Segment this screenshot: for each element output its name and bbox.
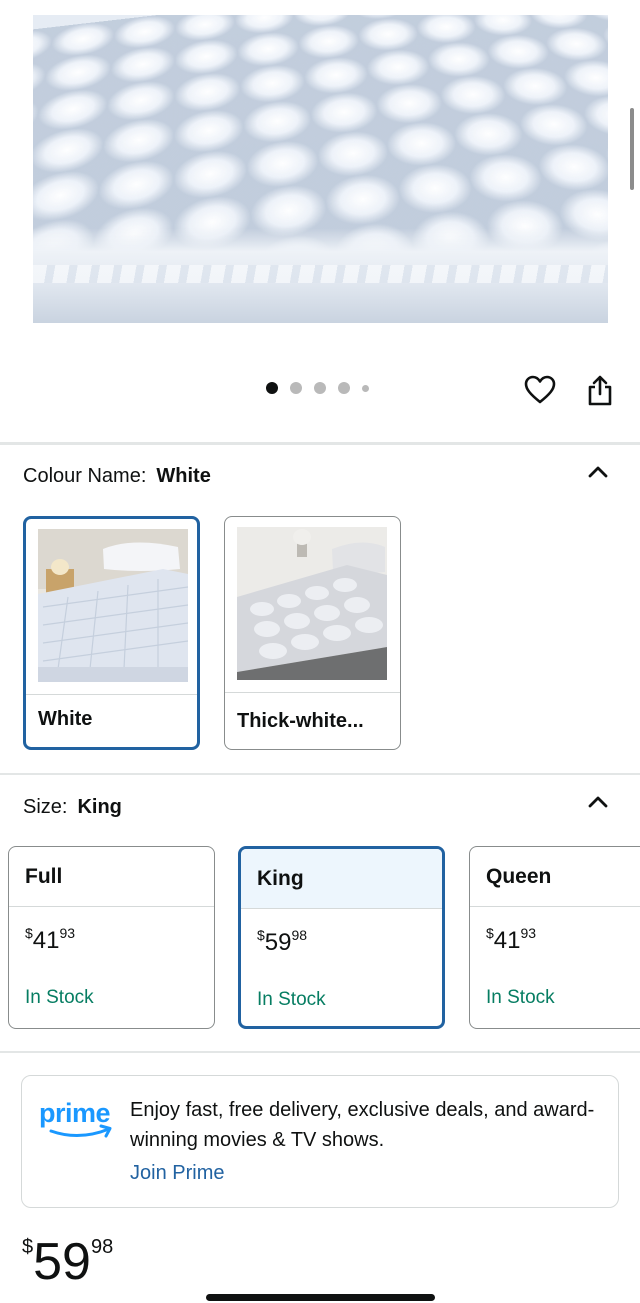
size-option-price: $5998	[257, 927, 307, 957]
size-selected-value: King	[77, 796, 122, 818]
white-topper-thumbnail	[38, 529, 188, 682]
gallery-pagination-dots[interactable]	[266, 382, 369, 394]
section-divider	[0, 442, 640, 445]
size-option-name: Full	[9, 847, 214, 907]
colour-label-text: Colour Name:	[23, 465, 147, 487]
price-whole: 59	[33, 1233, 91, 1291]
chevron-up-icon[interactable]	[586, 460, 610, 484]
pagination-dot-active[interactable]	[266, 382, 278, 394]
price-whole: 41	[32, 927, 60, 954]
size-option-full[interactable]: Full $4193 In Stock	[8, 846, 215, 1029]
share-icon	[588, 375, 612, 406]
colour-selected-value: White	[156, 465, 211, 487]
stock-status: In Stock	[486, 987, 555, 1008]
stock-status: In Stock	[25, 987, 94, 1008]
price-fraction: 93	[520, 925, 537, 941]
price-fraction: 93	[59, 925, 76, 941]
topper-edge-band	[33, 265, 608, 283]
colour-name-label: Colour Name: White	[23, 465, 211, 488]
chevron-up-icon[interactable]	[586, 790, 610, 814]
pagination-dot[interactable]	[314, 382, 326, 394]
pagination-dot[interactable]	[290, 382, 302, 394]
colour-option-label: White	[38, 708, 93, 730]
size-option-price: $4193	[486, 925, 536, 955]
heart-icon	[524, 375, 556, 404]
price-currency: $	[257, 927, 265, 943]
colour-option-white[interactable]: White	[23, 516, 200, 750]
size-option-price: $4193	[25, 925, 75, 955]
section-divider	[0, 773, 640, 775]
share-button[interactable]	[582, 372, 618, 408]
price-whole: 41	[493, 927, 521, 954]
price-fraction: 98	[291, 927, 308, 943]
price-currency: $	[486, 925, 494, 941]
prime-promo-text: Enjoy fast, free delivery, exclusive dea…	[130, 1099, 595, 1151]
join-prime-link[interactable]: Join Prime	[130, 1162, 224, 1185]
colour-option-label: Thick-white...	[237, 710, 364, 732]
stock-status: In Stock	[257, 989, 326, 1010]
size-option-king[interactable]: King $5998 In Stock	[238, 846, 445, 1029]
svg-text:prime: prime	[39, 1098, 111, 1128]
price-currency: $	[22, 1236, 34, 1258]
swatch-separator	[26, 694, 197, 695]
size-label: Size: King	[23, 796, 122, 819]
size-option-queen[interactable]: Queen $4193 In Stock	[469, 846, 640, 1029]
price-whole: 59	[264, 929, 292, 956]
section-divider	[0, 1051, 640, 1053]
size-label-text: Size:	[23, 796, 68, 818]
product-image-gallery[interactable]	[0, 0, 640, 340]
size-option-name: King	[241, 849, 442, 909]
prime-promo-box[interactable]: prime Enjoy fast, free delivery, exclusi…	[21, 1075, 619, 1208]
product-price: $5998	[22, 1232, 113, 1292]
swatch-separator	[225, 692, 400, 693]
price-currency: $	[25, 925, 33, 941]
wishlist-button[interactable]	[522, 372, 558, 408]
price-fraction: 98	[90, 1236, 114, 1258]
size-option-name: Queen	[470, 847, 640, 907]
pagination-dot[interactable]	[338, 382, 350, 394]
thick-white-topper-thumbnail	[237, 527, 387, 680]
scrollbar[interactable]	[630, 108, 634, 190]
home-indicator[interactable]	[206, 1294, 435, 1301]
colour-option-thick-white[interactable]: Thick-white...	[224, 516, 401, 750]
pagination-dot[interactable]	[362, 384, 369, 392]
prime-logo-icon: prime	[39, 1098, 112, 1138]
product-image[interactable]	[33, 15, 608, 323]
